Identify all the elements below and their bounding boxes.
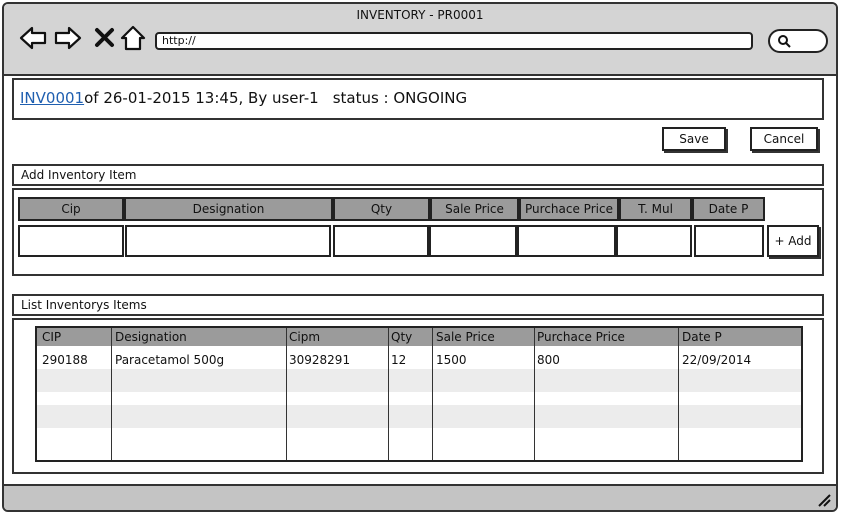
date-p-input[interactable] bbox=[694, 225, 764, 257]
forward-arrow-icon[interactable] bbox=[53, 23, 83, 53]
cell-purchace-price: 800 bbox=[537, 353, 560, 367]
column-divider bbox=[432, 328, 433, 460]
save-button[interactable]: Save bbox=[662, 127, 726, 151]
qty-input[interactable] bbox=[333, 225, 429, 257]
cell-date-p: 22/09/2014 bbox=[682, 353, 752, 367]
cell-cipm: 30928291 bbox=[289, 353, 351, 367]
column-divider bbox=[678, 328, 679, 460]
t-mul-input[interactable] bbox=[616, 225, 692, 257]
column-divider bbox=[534, 328, 535, 460]
designation-input[interactable] bbox=[125, 225, 331, 257]
cell-cip: 290188 bbox=[42, 353, 88, 367]
add-item-button[interactable]: + Add bbox=[767, 225, 819, 257]
col-header-cip: Cip bbox=[18, 197, 124, 221]
table-row bbox=[37, 428, 801, 451]
table-row bbox=[37, 405, 801, 428]
th-sale-price: Sale Price bbox=[436, 330, 495, 344]
browser-window: INVENTORY - PR0001 http:// INV0001of 26-… bbox=[2, 2, 838, 512]
list-items-section-title: List Inventorys Items bbox=[12, 294, 824, 316]
cell-designation: Paracetamol 500g bbox=[115, 353, 225, 367]
url-input[interactable]: http:// bbox=[155, 32, 753, 50]
th-date-p: Date P bbox=[682, 330, 722, 344]
resize-grip-icon[interactable] bbox=[816, 492, 832, 508]
status-bar bbox=[4, 484, 836, 510]
search-icon bbox=[778, 35, 791, 48]
th-purchace-price: Purchace Price bbox=[537, 330, 625, 344]
browser-chrome: INVENTORY - PR0001 http:// bbox=[4, 4, 836, 76]
column-divider bbox=[111, 328, 112, 460]
close-icon[interactable] bbox=[90, 23, 120, 53]
purchace-price-input[interactable] bbox=[517, 225, 616, 257]
th-qty: Qty bbox=[391, 330, 413, 344]
th-designation: Designation bbox=[115, 330, 187, 344]
cancel-button[interactable]: Cancel bbox=[750, 127, 818, 151]
th-cip: CIP bbox=[42, 330, 62, 344]
col-header-qty: Qty bbox=[333, 197, 430, 221]
col-header-designation: Designation bbox=[124, 197, 333, 221]
column-divider bbox=[286, 328, 287, 460]
inventory-header-text: INV0001of 26-01-2015 13:45, By user-1 sta… bbox=[20, 89, 467, 107]
inventory-header: INV0001of 26-01-2015 13:45, By user-1 sta… bbox=[12, 78, 824, 120]
home-icon[interactable] bbox=[118, 23, 148, 53]
th-cipm: Cipm bbox=[289, 330, 321, 344]
col-header-t-mul: T. Mul bbox=[619, 197, 692, 221]
col-header-purchace-price: Purchace Price bbox=[519, 197, 619, 221]
col-header-sale-price: Sale Price bbox=[430, 197, 519, 221]
table-row bbox=[37, 382, 801, 405]
add-item-section-title: Add Inventory Item bbox=[12, 164, 824, 186]
inventory-items-table: CIP Designation Cipm Qty Sale Price Purc… bbox=[35, 326, 803, 462]
browser-search-button[interactable] bbox=[768, 29, 828, 53]
cell-sale-price: 1500 bbox=[436, 353, 467, 367]
cip-input[interactable] bbox=[18, 225, 124, 257]
col-header-date-p: Date P bbox=[692, 197, 765, 221]
sale-price-input[interactable] bbox=[429, 225, 517, 257]
inventory-meta: of 26-01-2015 13:45, By user-1 bbox=[84, 89, 319, 107]
column-divider bbox=[388, 328, 389, 460]
back-arrow-icon[interactable] bbox=[18, 23, 48, 53]
inventory-id-link[interactable]: INV0001 bbox=[20, 89, 84, 107]
cell-qty: 12 bbox=[391, 353, 407, 367]
window-title: INVENTORY - PR0001 bbox=[356, 8, 484, 22]
status-text: status : ONGOING bbox=[332, 89, 468, 107]
